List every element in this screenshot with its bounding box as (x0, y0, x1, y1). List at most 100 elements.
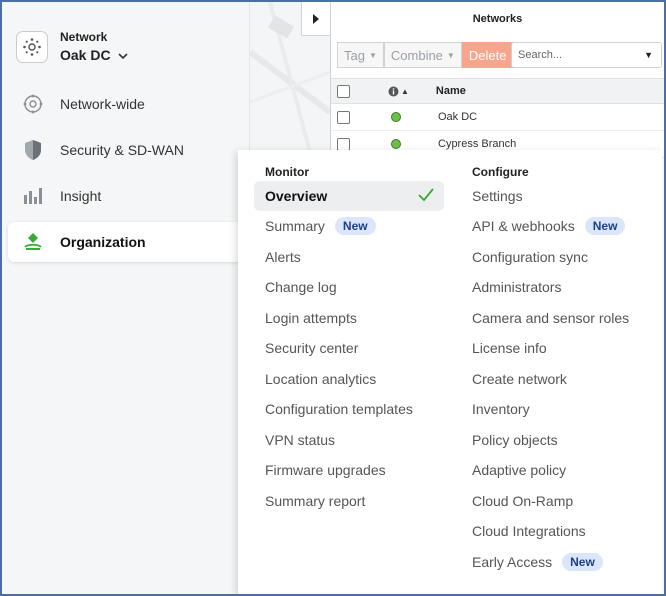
status-online-icon (391, 112, 401, 122)
caret-down-icon: ▼ (446, 50, 455, 60)
menu-item-inventory[interactable]: Inventory (472, 394, 530, 424)
sidebar-item-label: Organization (60, 234, 146, 250)
monitor-heading: Monitor (265, 165, 309, 179)
chevron-down-icon (118, 47, 128, 63)
menu-item-label: Cloud On-Ramp (472, 493, 574, 509)
menu-item-label: VPN status (265, 432, 336, 448)
network-selector[interactable]: Network Oak DC (16, 30, 128, 63)
dropdown-arrow-icon: ▼ (644, 50, 653, 60)
sidebar-item-security-sd-wan[interactable]: Security & SD-WAN (8, 130, 254, 170)
menu-item-label: Administrators (472, 279, 562, 295)
organization-icon (20, 229, 46, 255)
menu-item-firmware-upgrades[interactable]: Firmware upgrades (265, 455, 386, 485)
menu-item-alerts[interactable]: Alerts (265, 242, 301, 272)
sidebar-item-insight[interactable]: Insight (8, 176, 254, 216)
select-all-checkbox[interactable] (337, 84, 350, 98)
delete-button[interactable]: Delete (461, 42, 514, 68)
menu-item-vpn-status[interactable]: VPN status (265, 425, 335, 455)
menu-item-license-info[interactable]: License info (472, 333, 547, 363)
menu-item-label: Settings (472, 188, 523, 204)
menu-item-early-access[interactable]: Early Access New (472, 547, 603, 577)
menu-item-administrators[interactable]: Administrators (472, 272, 561, 302)
sidebar-item-label: Network-wide (60, 96, 145, 112)
menu-item-camera-sensor-roles[interactable]: Camera and sensor roles (472, 303, 629, 333)
menu-item-configuration-templates[interactable]: Configuration templates (265, 394, 413, 424)
network-name-cell[interactable]: Cypress Branch (438, 138, 516, 150)
sidebar-item-organization[interactable]: Organization (8, 222, 254, 262)
network-name-text: Oak DC (60, 47, 111, 63)
network-wide-icon (20, 91, 46, 117)
row-checkbox[interactable] (337, 137, 350, 151)
menu-item-label: Summary report (265, 493, 366, 509)
menu-item-label: Login attempts (265, 310, 357, 326)
menu-item-cloud-integrations[interactable]: Cloud Integrations (472, 516, 586, 546)
new-badge: New (584, 217, 626, 235)
menu-item-label: Change log (265, 279, 337, 295)
network-name-cell[interactable]: Oak DC (438, 111, 477, 123)
delete-button-label: Delete (468, 47, 507, 63)
menu-item-login-attempts[interactable]: Login attempts (265, 303, 357, 333)
status-column-header[interactable]: ▲ (388, 86, 409, 97)
search-input[interactable]: Search... ▼ (511, 42, 662, 68)
menu-item-overview[interactable]: Overview (254, 181, 444, 211)
menu-item-label: Configuration templates (265, 401, 413, 417)
menu-item-security-center[interactable]: Security center (265, 333, 358, 363)
menu-item-label: Configuration sync (472, 249, 588, 265)
play-right-icon (313, 13, 319, 24)
sidebar: Network Oak DC Network-wide Security & S… (2, 2, 254, 594)
combine-button[interactable]: Combine ▼ (383, 42, 462, 68)
row-checkbox[interactable] (337, 110, 350, 124)
bar-chart-icon (20, 183, 46, 209)
tag-button[interactable]: Tag ▼ (337, 42, 384, 68)
checkmark-icon (418, 188, 434, 205)
search-placeholder: Search... (518, 49, 563, 61)
menu-item-change-log[interactable]: Change log (265, 272, 337, 302)
menu-item-label: Create network (472, 371, 567, 387)
menu-item-location-analytics[interactable]: Location analytics (265, 364, 376, 394)
table-header: ▲ Name (331, 78, 665, 104)
new-badge: New (334, 217, 376, 235)
menu-item-label: Summary (265, 218, 325, 234)
menu-item-summary[interactable]: Summary New (265, 211, 376, 241)
sidebar-item-label: Insight (60, 188, 102, 204)
shield-icon (20, 137, 46, 163)
sidebar-item-label: Security & SD-WAN (60, 142, 184, 158)
menu-item-settings[interactable]: Settings (472, 181, 523, 211)
menu-item-adaptive-policy[interactable]: Adaptive policy (472, 455, 566, 485)
menu-item-policy-objects[interactable]: Policy objects (472, 425, 558, 455)
combine-button-label: Combine (390, 47, 443, 63)
networks-toolbar: Tag ▼ Combine ▼ Delete (337, 42, 514, 68)
organization-menu: Monitor Configure Overview Summary New A… (238, 150, 662, 594)
network-icon (16, 30, 48, 63)
menu-item-label: API & webhooks (472, 218, 575, 234)
name-column-header[interactable]: Name (436, 85, 466, 97)
menu-item-label: Location analytics (265, 371, 377, 387)
caret-down-icon: ▼ (368, 50, 377, 60)
sort-ascending-icon: ▲ (401, 86, 409, 96)
networks-panel: Networks Tag ▼ Combine ▼ Delete Search..… (330, 2, 665, 158)
info-icon (388, 86, 399, 96)
network-name[interactable]: Oak DC (60, 47, 128, 63)
menu-item-label: Camera and sensor roles (472, 310, 630, 326)
sidebar-item-network-wide[interactable]: Network-wide (8, 84, 254, 124)
menu-item-summary-report[interactable]: Summary report (265, 486, 365, 516)
menu-item-label: Overview (265, 188, 328, 204)
menu-item-label: Security center (265, 340, 359, 356)
table-row[interactable]: Oak DC (331, 104, 665, 131)
menu-item-label: Firmware upgrades (265, 462, 386, 478)
menu-item-create-network[interactable]: Create network (472, 364, 567, 394)
menu-item-label: Inventory (472, 401, 530, 417)
menu-item-label: Early Access (472, 554, 553, 570)
menu-item-label: Cloud Integrations (472, 523, 586, 539)
menu-item-cloud-on-ramp[interactable]: Cloud On-Ramp (472, 486, 573, 516)
networks-title: Networks (472, 13, 523, 25)
status-online-icon (391, 139, 401, 149)
new-badge: New (562, 553, 603, 571)
menu-item-configuration-sync[interactable]: Configuration sync (472, 242, 588, 272)
menu-item-label: License info (472, 340, 547, 356)
network-label: Network (60, 30, 108, 44)
menu-item-label: Alerts (265, 249, 301, 265)
collapse-panel-button[interactable] (301, 2, 331, 36)
menu-item-api-webhooks[interactable]: API & webhooks New (472, 211, 626, 241)
menu-item-label: Policy objects (472, 432, 558, 448)
